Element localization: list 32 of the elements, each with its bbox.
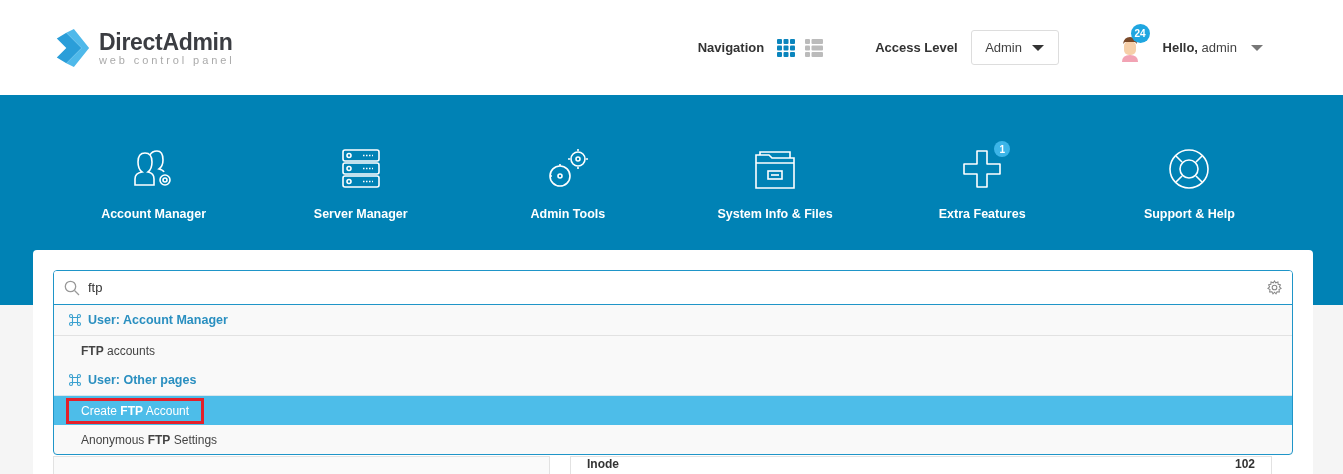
navigation-label: Navigation <box>697 40 765 55</box>
brand-name: DirectAdmin <box>99 29 234 54</box>
nav-label[interactable]: System Info & Files <box>717 207 833 221</box>
nav-label[interactable]: Server Manager <box>313 207 408 221</box>
settings-icon[interactable] <box>1267 280 1282 295</box>
result-item[interactable]: FTP accounts <box>54 335 1292 365</box>
user-greeting[interactable]: Hello, admin <box>1162 40 1237 55</box>
search-bar[interactable]: ftp <box>54 271 1292 305</box>
result-group-title: User: Account Manager <box>88 313 228 327</box>
access-level-dropdown[interactable]: Admin <box>970 30 1059 65</box>
result-group-title: User: Other pages <box>88 373 197 387</box>
search-field[interactable]: ftp <box>86 279 1261 296</box>
nav-label[interactable]: Admin Tools <box>530 207 606 221</box>
search-icon <box>64 279 80 296</box>
lifebuoy-icon[interactable] <box>1167 147 1212 191</box>
notification-badge: 24 <box>1130 23 1150 43</box>
result-text: Create FTP Account <box>66 397 205 424</box>
command-icon <box>68 313 82 327</box>
result-text: Anonymous FTP Settings <box>80 431 219 449</box>
result-text: FTP accounts <box>80 342 157 360</box>
nav-label[interactable]: Support & Help <box>1143 207 1235 221</box>
brand-tagline: web control panel <box>99 53 235 66</box>
table-cell: Inode <box>587 458 619 471</box>
grid-view-icon[interactable] <box>777 38 796 57</box>
nav-label[interactable]: Extra Features <box>938 207 1026 221</box>
nav-label[interactable]: Account Manager <box>101 207 206 221</box>
access-level-label: Access Level <box>875 40 958 55</box>
result-item[interactable]: Anonymous FTP Settings <box>54 425 1292 454</box>
count-badge: 1 <box>994 141 1011 157</box>
caret-icon[interactable] <box>1251 44 1263 51</box>
command-icon <box>68 373 82 387</box>
table-cell: 102 <box>1234 458 1255 471</box>
